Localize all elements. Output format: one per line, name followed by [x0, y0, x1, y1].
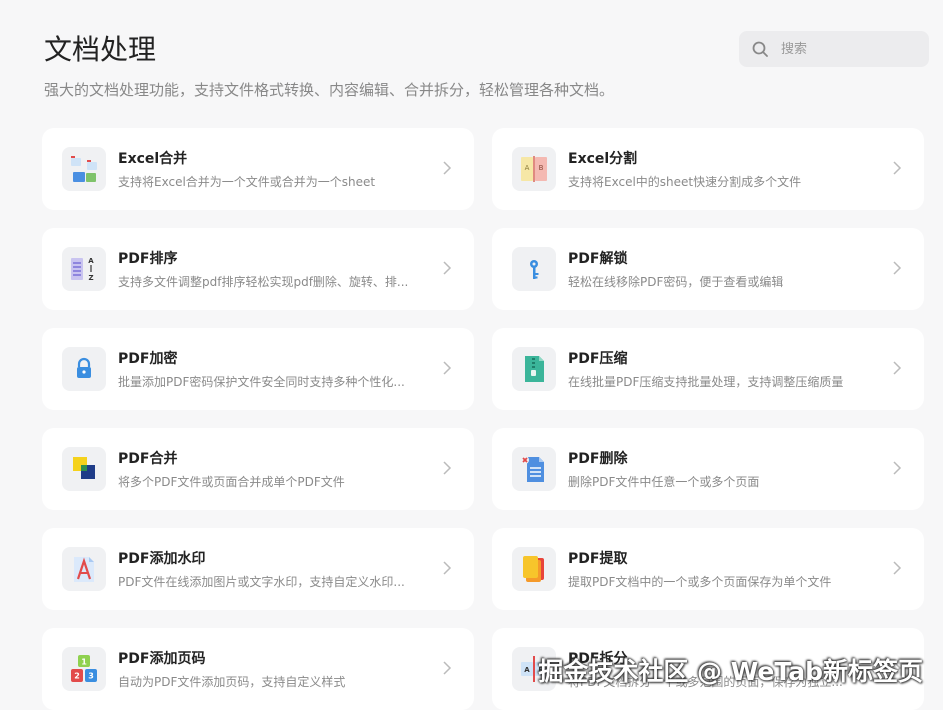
tool-description: 支持将Excel合并为一个文件或合并为一个sheet: [118, 174, 376, 189]
chevron-right-icon: [893, 261, 902, 275]
tool-card-pdf-compress[interactable]: PDF压缩 在线批量PDF压缩支持批量处理，支持调整压缩质量: [492, 328, 924, 410]
tool-card-pdf-extract[interactable]: PDF提取 提取PDF文档中的一个或多个页面保存为单个文件: [492, 528, 924, 610]
tool-card-pdf-sort[interactable]: A Z PDF排序 支持多文件调整pdf排序轻松实现pdf删除、旋转、排...: [42, 228, 474, 310]
tool-description: 将多个PDF文件或页面合并成单个PDF文件: [118, 474, 345, 489]
pdf-merge-icon: [62, 447, 106, 491]
page-header: 文档处理 强大的文档处理功能，支持文件格式转换、内容编辑、合并拆分，轻松管理各种…: [44, 30, 929, 100]
tool-name: PDF排序: [118, 250, 178, 267]
tool-description: 支持将Excel中的sheet快速分割成多个文件: [568, 174, 802, 189]
pdf-compress-icon: [512, 347, 556, 391]
tool-name: PDF添加水印: [118, 550, 206, 567]
tool-name: PDF解锁: [568, 250, 628, 267]
svg-text:1: 1: [81, 658, 87, 667]
pdf-delete-icon: [512, 447, 556, 491]
pdf-extract-icon: [512, 547, 556, 591]
tool-card-excel-merge[interactable]: Excel合并 支持将Excel合并为一个文件或合并为一个sheet: [42, 128, 474, 210]
tool-card-excel-split[interactable]: A B Excel分割 支持将Excel中的sheet快速分割成多个文件: [492, 128, 924, 210]
pdf-unlock-icon: [512, 247, 556, 291]
tool-name: Excel分割: [568, 150, 638, 167]
pdf-watermark-icon: [62, 547, 106, 591]
tool-description: PDF文件在线添加图片或文字水印，支持自定义水印...: [118, 574, 405, 589]
tool-description: 支持多文件调整pdf排序轻松实现pdf删除、旋转、排...: [118, 274, 409, 289]
svg-text:2: 2: [74, 672, 80, 681]
tool-grid: Excel合并 支持将Excel合并为一个文件或合并为一个sheet A B E…: [42, 128, 924, 710]
tool-description: 批量添加PDF密码保护文件安全同时支持多种个性化...: [118, 374, 405, 389]
tool-description: 在线批量PDF压缩支持批量处理，支持调整压缩质量: [568, 374, 844, 389]
chevron-right-icon: [443, 561, 452, 575]
svg-text:A: A: [524, 666, 530, 674]
tool-description: 自动为PDF文件添加页码，支持自定义样式: [118, 674, 346, 689]
excel-merge-icon: [62, 147, 106, 191]
tool-description: 删除PDF文件中任意一个或多个页面: [568, 474, 760, 489]
chevron-right-icon: [443, 661, 452, 675]
tool-card-pdf-merge[interactable]: PDF合并 将多个PDF文件或页面合并成单个PDF文件: [42, 428, 474, 510]
svg-text:A: A: [525, 164, 530, 172]
search-box[interactable]: [739, 31, 929, 67]
tool-card-pdf-watermark[interactable]: PDF添加水印 PDF文件在线添加图片或文字水印，支持自定义水印...: [42, 528, 474, 610]
tool-description: 轻松在线移除PDF密码，便于查看或编辑: [568, 274, 784, 289]
svg-text:Z: Z: [88, 274, 93, 282]
svg-text:B: B: [539, 164, 544, 172]
search-icon: [752, 41, 768, 57]
search-input[interactable]: [779, 40, 913, 58]
tool-card-pdf-delete[interactable]: PDF删除 删除PDF文件中任意一个或多个页面: [492, 428, 924, 510]
chevron-right-icon: [443, 161, 452, 175]
chevron-right-icon: [893, 361, 902, 375]
pdf-sort-icon: A Z: [62, 247, 106, 291]
tool-card-pdf-page-number[interactable]: 1 2 3 PDF添加页码 自动为PDF文件添加页码，支持自定义样式: [42, 628, 474, 710]
tool-name: PDF压缩: [568, 350, 628, 367]
chevron-right-icon: [443, 261, 452, 275]
svg-text:3: 3: [88, 672, 94, 681]
tool-name: PDF加密: [118, 350, 178, 367]
tool-name: PDF合并: [118, 450, 178, 467]
tool-description: 提取PDF文档中的一个或多个页面保存为单个文件: [568, 574, 832, 589]
tool-name: Excel合并: [118, 150, 188, 167]
tool-name: PDF提取: [568, 550, 628, 567]
page-description: 强大的文档处理功能，支持文件格式转换、内容编辑、合并拆分，轻松管理各种文档。: [44, 81, 615, 99]
pdf-page-number-icon: 1 2 3: [62, 647, 106, 691]
svg-text:A: A: [88, 257, 94, 265]
watermark-text: 掘金技术社区 @ WeTab新标签页: [538, 657, 923, 686]
chevron-right-icon: [893, 561, 902, 575]
tool-name: PDF删除: [568, 450, 628, 467]
chevron-right-icon: [893, 161, 902, 175]
chevron-right-icon: [443, 361, 452, 375]
tool-card-pdf-unlock[interactable]: PDF解锁 轻松在线移除PDF密码，便于查看或编辑: [492, 228, 924, 310]
chevron-right-icon: [443, 461, 452, 475]
tool-card-pdf-encrypt[interactable]: PDF加密 批量添加PDF密码保护文件安全同时支持多种个性化...: [42, 328, 474, 410]
chevron-right-icon: [893, 461, 902, 475]
tool-name: PDF添加页码: [118, 650, 206, 667]
pdf-encrypt-icon: [62, 347, 106, 391]
excel-split-icon: A B: [512, 147, 556, 191]
